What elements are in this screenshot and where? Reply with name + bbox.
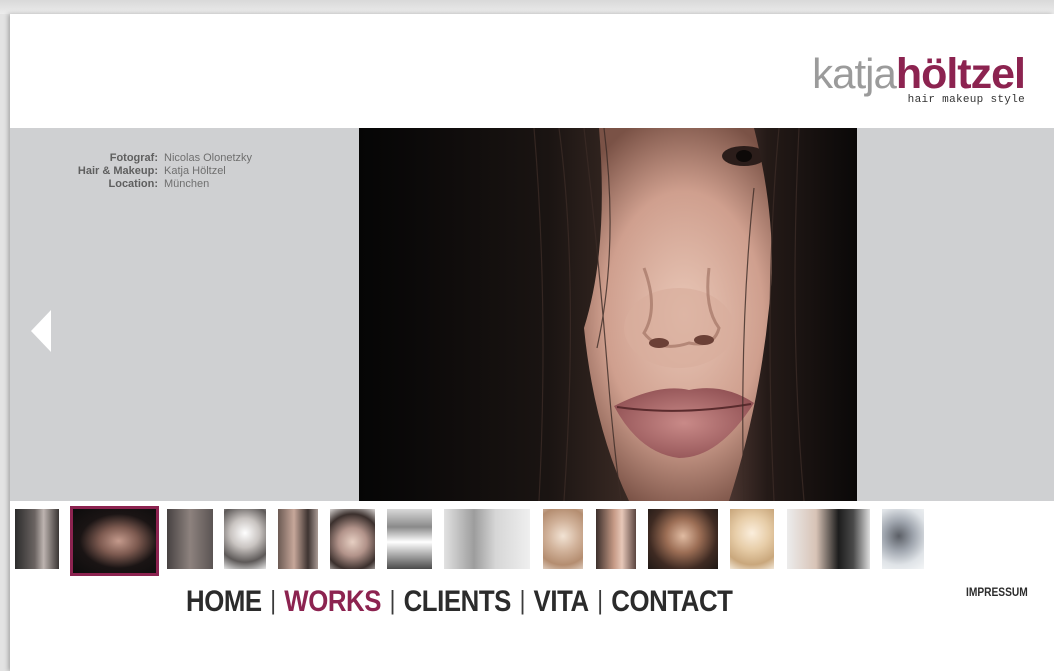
nav-works[interactable]: WORKS xyxy=(284,585,381,618)
thumbnail[interactable] xyxy=(224,509,266,569)
thumbnail[interactable] xyxy=(596,509,636,569)
thumbnail-selected[interactable] xyxy=(70,506,159,576)
top-shadow-bar xyxy=(0,0,1054,14)
page-container: katjahöltzel hair makeup style Fotograf:… xyxy=(10,14,1054,671)
main-photo xyxy=(359,128,857,501)
credit-value: Katja Höltzel xyxy=(164,165,226,177)
thumbnail-strip xyxy=(10,506,1054,579)
thumbnail[interactable] xyxy=(387,509,432,569)
photo-credits: Fotograf: Nicolas Olonetzky Hair & Makeup… xyxy=(48,152,252,191)
credit-value: Nicolas Olonetzky xyxy=(164,152,253,164)
main-navigation: HOME | WORKS | CLIENTS | VITA | CONTACT xyxy=(186,582,733,622)
site-logo[interactable]: katjahöltzel hair makeup style xyxy=(812,44,1026,114)
nav-clients[interactable]: CLIENTS xyxy=(404,585,512,618)
portrait-image xyxy=(359,128,857,501)
credit-row-location: Location: München xyxy=(48,178,252,191)
credit-row-photographer: Fotograf: Nicolas Olonetzky xyxy=(48,152,252,165)
thumbnail[interactable] xyxy=(330,509,375,569)
nav-separator: | xyxy=(389,585,396,615)
gallery-band: Fotograf: Nicolas Olonetzky Hair & Makeup… xyxy=(10,128,1054,501)
nav-separator: | xyxy=(597,585,603,615)
logo-last-name: höltzel xyxy=(895,50,1026,98)
thumbnail[interactable] xyxy=(167,509,213,569)
thumbnail[interactable] xyxy=(648,509,718,569)
nav-separator: | xyxy=(519,585,526,615)
thumbnail[interactable] xyxy=(787,509,870,569)
nav-home[interactable]: HOME xyxy=(186,585,262,618)
credit-row-hair-makeup: Hair & Makeup: Katja Höltzel xyxy=(48,165,252,178)
thumbnail[interactable] xyxy=(543,509,583,569)
logo-tagline: hair makeup style xyxy=(907,94,1025,106)
thumbnail[interactable] xyxy=(15,509,59,569)
credit-label: Location: xyxy=(108,178,159,190)
nav-vita[interactable]: VITA xyxy=(534,585,590,618)
nav-contact[interactable]: CONTACT xyxy=(611,585,733,618)
thumbnail[interactable] xyxy=(278,509,318,569)
logo-first-name: katja xyxy=(812,50,897,97)
nav-separator: | xyxy=(270,585,276,615)
left-arrow-icon[interactable] xyxy=(31,310,51,352)
credit-value: München xyxy=(164,178,210,190)
credit-label: Fotograf: xyxy=(109,152,158,164)
thumbnail[interactable] xyxy=(882,509,924,569)
impressum-link[interactable]: IMPRESSUM xyxy=(966,585,1028,599)
thumbnail[interactable] xyxy=(730,509,774,569)
thumbnail[interactable] xyxy=(444,509,530,569)
credit-label: Hair & Makeup: xyxy=(77,165,158,177)
